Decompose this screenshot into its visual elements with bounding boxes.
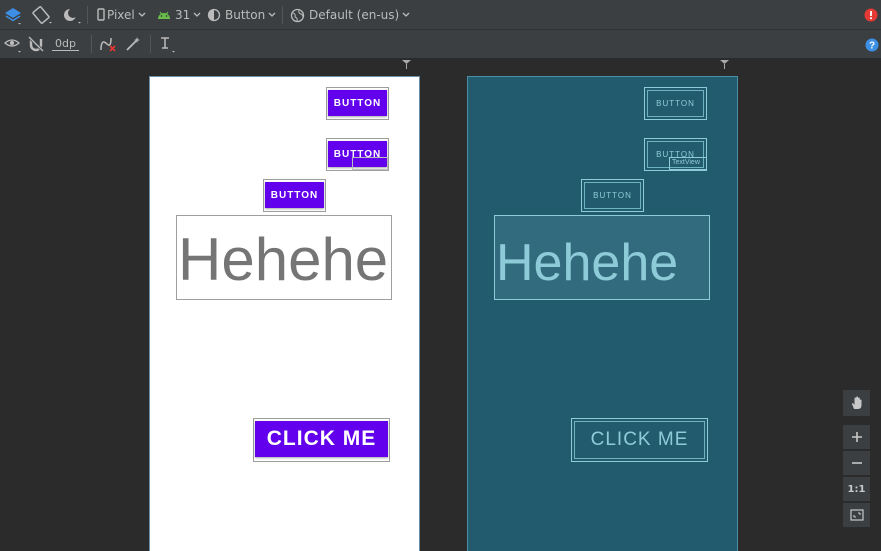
android-icon xyxy=(158,11,170,19)
magnet-off-icon xyxy=(27,35,45,53)
error-icon xyxy=(864,8,878,22)
toolbar-divider xyxy=(282,6,283,24)
device-label: Pixel xyxy=(107,8,135,22)
click-me-button[interactable]: CLICK ME xyxy=(255,421,388,457)
plus-icon xyxy=(851,432,862,442)
theme-icon xyxy=(207,8,221,22)
infer-constraints-button[interactable] xyxy=(124,33,142,55)
design-toolbar: Pixel 31 Button Default (en-us) xyxy=(0,0,881,30)
guidelines-dropdown[interactable] xyxy=(158,33,178,55)
toolbar-divider xyxy=(87,6,88,24)
clear-constraints-button[interactable] xyxy=(98,33,118,55)
button-3[interactable]: BUTTON xyxy=(265,182,324,208)
toolbar-divider xyxy=(150,35,151,53)
zoom-to-fit-icon xyxy=(849,509,864,521)
design-surface-dropdown[interactable] xyxy=(3,4,23,26)
resize-pin-icon[interactable] xyxy=(402,59,411,69)
chevron-down-icon xyxy=(268,12,276,17)
blueprint-button-1[interactable]: BUTTON xyxy=(644,87,707,120)
layout-editor: Pixel 31 Button Default (en-us) 0dp ? BU… xyxy=(0,0,881,551)
device-dropdown[interactable]: Pixel xyxy=(95,4,146,26)
design-canvas[interactable]: BUTTON BUTTON BUTTON Hehehe CLICK ME BUT… xyxy=(0,59,881,551)
zoom-actual-size-button[interactable]: 1:1 xyxy=(842,476,871,502)
zoom-out-button[interactable] xyxy=(842,450,871,476)
blueprint-button-inner xyxy=(647,90,704,117)
help-button[interactable]: ? xyxy=(865,34,879,56)
api-level-label: 31 xyxy=(175,8,191,22)
zoom-in-button[interactable] xyxy=(842,424,871,450)
button-1[interactable]: BUTTON xyxy=(328,90,387,116)
blueprint-button-inner xyxy=(584,182,641,209)
text-baseline-icon xyxy=(161,37,175,53)
resize-pin-icon[interactable] xyxy=(720,59,729,69)
locale-dropdown[interactable]: Default (en-us) xyxy=(290,4,410,26)
help-icon: ? xyxy=(865,38,879,52)
globe-icon xyxy=(290,8,305,22)
minus-icon xyxy=(851,462,862,464)
blueprint-button-inner xyxy=(574,421,705,459)
rotate-icon xyxy=(32,6,52,24)
toolbar-divider xyxy=(91,35,92,53)
blueprint-textview-small[interactable]: TextView xyxy=(669,157,707,170)
zoom-actual-size-label: 1:1 xyxy=(847,483,866,495)
svg-text:?: ? xyxy=(869,41,875,52)
theme-label: Button xyxy=(225,8,266,22)
zoom-to-fit-button[interactable] xyxy=(842,502,871,528)
blueprint-button-3[interactable]: BUTTON xyxy=(581,179,644,212)
constraint-toolbar: 0dp ? xyxy=(0,30,881,59)
chevron-down-icon xyxy=(402,12,410,17)
textview-small-bounds xyxy=(352,157,388,170)
hand-icon xyxy=(851,396,861,409)
default-margin-field[interactable]: 0dp xyxy=(52,33,79,55)
blueprint-textview-hehehe: Hehehe xyxy=(496,234,679,292)
autoconnect-toggle[interactable] xyxy=(27,33,45,55)
chevron-down-icon xyxy=(193,12,201,17)
view-options-dropdown[interactable] xyxy=(3,33,23,55)
locale-label: Default (en-us) xyxy=(309,8,400,22)
chevron-down-icon xyxy=(138,12,146,17)
issues-button[interactable] xyxy=(864,4,878,26)
night-mode-icon xyxy=(64,8,81,24)
textview-hehehe[interactable]: Hehehe xyxy=(178,230,388,290)
clear-constraints-icon xyxy=(100,37,116,52)
eye-icon xyxy=(4,39,21,53)
theme-dropdown[interactable]: Button xyxy=(207,4,276,26)
blueprint-view[interactable]: BUTTON BUTTON TextView BUTTON Hehehe CLI… xyxy=(467,76,738,551)
blueprint-click-me-button[interactable]: CLICK ME xyxy=(571,418,708,462)
layers-icon xyxy=(5,8,21,25)
orientation-dropdown[interactable] xyxy=(31,4,53,26)
design-view[interactable]: BUTTON BUTTON BUTTON Hehehe CLICK ME xyxy=(149,76,420,551)
phone-icon xyxy=(97,8,105,21)
default-margin-value: 0dp xyxy=(52,37,79,51)
night-mode-dropdown[interactable] xyxy=(60,4,82,26)
magic-wand-icon xyxy=(126,37,140,51)
api-level-dropdown[interactable]: 31 xyxy=(157,4,201,26)
pan-button[interactable] xyxy=(842,389,871,417)
